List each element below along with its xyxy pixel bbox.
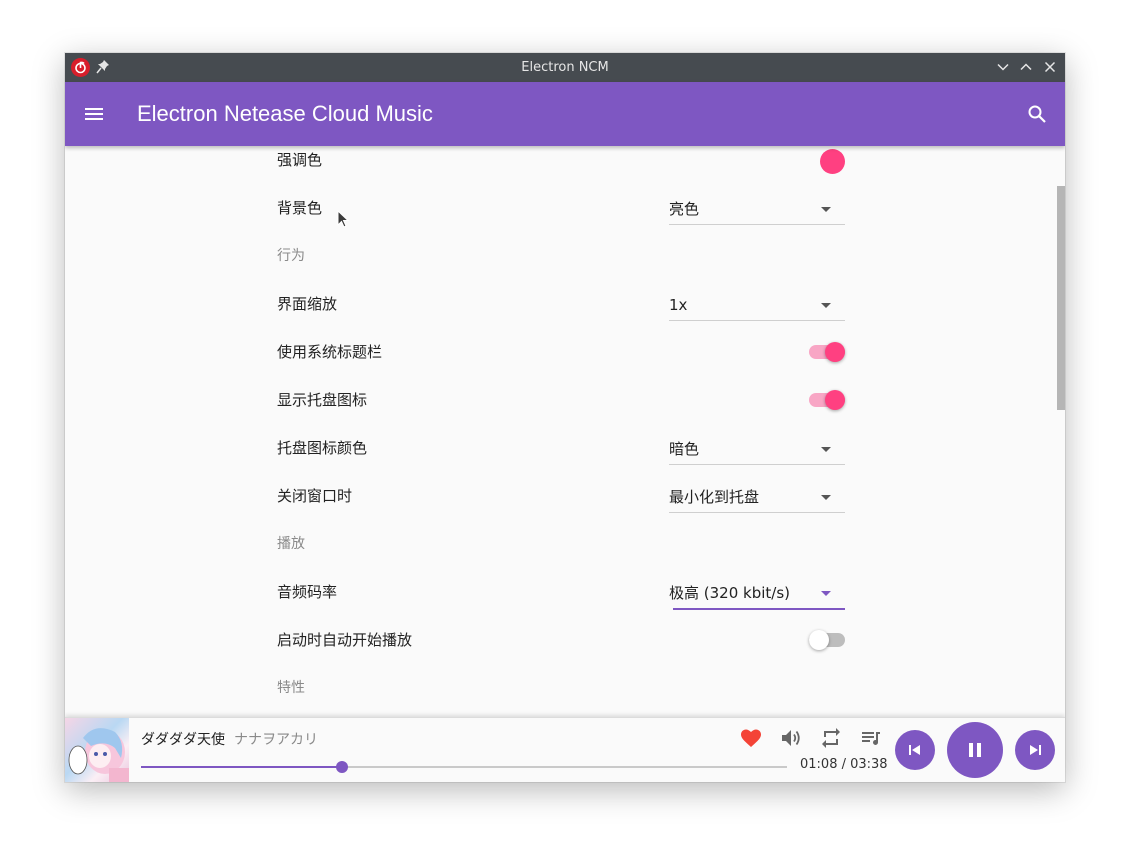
section-header-features: 特性: [277, 680, 305, 696]
next-icon: [1030, 745, 1041, 755]
setting-system-titlebar: 使用系统标题栏: [277, 338, 845, 378]
playback-time: 01:08 / 03:38: [800, 757, 888, 772]
app-title: Electron Netease Cloud Music: [137, 101, 433, 126]
setting-label: 托盘图标颜色: [277, 439, 368, 457]
setting-background: 背景色 亮色: [277, 194, 845, 234]
progress-fill: [141, 766, 342, 768]
select-value: 暗色: [669, 440, 700, 458]
search-icon[interactable]: [1025, 102, 1049, 126]
previous-button[interactable]: [895, 730, 935, 770]
next-button[interactable]: [1015, 730, 1055, 770]
menu-icon[interactable]: [82, 102, 106, 126]
tray-color-select[interactable]: 暗色: [669, 436, 845, 465]
autoplay-toggle[interactable]: [809, 630, 845, 650]
app-window: Electron NCM Electron Netease Cloud Musi…: [65, 53, 1065, 782]
setting-label: 使用系统标题栏: [277, 343, 383, 361]
pause-button[interactable]: [947, 722, 1003, 778]
dropdown-arrow-icon: [821, 591, 831, 596]
window-title: Electron NCM: [521, 60, 609, 75]
background-select[interactable]: 亮色: [669, 196, 845, 225]
toggle-thumb: [825, 342, 845, 362]
maximize-icon[interactable]: [1018, 59, 1034, 75]
song-artist[interactable]: ナナヲアカリ: [234, 729, 318, 749]
section-header-behavior: 行为: [277, 248, 305, 264]
setting-label: 界面缩放: [277, 295, 338, 313]
dropdown-arrow-icon: [821, 447, 831, 452]
dropdown-arrow-icon: [821, 495, 831, 500]
setting-tray-icon: 显示托盘图标: [277, 386, 845, 426]
toggle-thumb: [825, 390, 845, 410]
settings-page[interactable]: 强调色 背景色 亮色 行为 界面缩放 1x 使用系统标题栏 显示托盘图标 托盘图…: [65, 146, 1065, 717]
setting-accent-color[interactable]: 强调色: [277, 146, 845, 186]
app-bar: Electron Netease Cloud Music: [65, 82, 1065, 146]
minimize-icon[interactable]: [995, 59, 1011, 75]
toggle-thumb: [809, 630, 829, 650]
on-close-select[interactable]: 最小化到托盘: [669, 484, 845, 513]
select-value: 最小化到托盘: [669, 488, 760, 506]
section-header-playback: 播放: [277, 536, 305, 552]
setting-label: 启动时自动开始播放: [277, 631, 413, 649]
bitrate-select[interactable]: 极高 (320 kbit/s): [669, 580, 845, 610]
album-cover[interactable]: [65, 718, 129, 782]
system-titlebar-toggle[interactable]: [809, 342, 845, 362]
accent-color-swatch[interactable]: [820, 149, 845, 174]
setting-label: 显示托盘图标: [277, 391, 368, 409]
progress-knob[interactable]: [335, 761, 348, 773]
select-value: 1x: [669, 296, 688, 314]
setting-label: 背景色: [277, 199, 323, 217]
dropdown-arrow-icon: [821, 303, 831, 308]
repeat-icon[interactable]: [819, 726, 843, 750]
setting-label: 关闭窗口时: [277, 487, 353, 505]
previous-icon: [909, 745, 920, 755]
progress-slider[interactable]: [141, 761, 787, 773]
pause-icon: [969, 743, 981, 757]
mouse-cursor-icon: [337, 209, 351, 230]
select-value: 极高 (320 kbit/s): [669, 584, 790, 602]
player-bar: ダダダダ天使 ナナヲアカリ 01:08 / 03:38: [65, 717, 1065, 782]
volume-icon[interactable]: [779, 726, 803, 750]
zoom-select[interactable]: 1x: [669, 292, 845, 321]
select-value: 亮色: [669, 200, 700, 218]
setting-on-close: 关闭窗口时 最小化到托盘: [277, 482, 845, 522]
close-icon[interactable]: [1042, 59, 1058, 75]
playlist-icon[interactable]: [859, 726, 883, 750]
window-titlebar[interactable]: Electron NCM: [65, 53, 1065, 82]
setting-zoom: 界面缩放 1x: [277, 290, 845, 330]
setting-bitrate: 音频码率 极高 (320 kbit/s): [277, 578, 845, 618]
setting-autoplay: 启动时自动开始播放: [277, 626, 845, 666]
setting-tray-color: 托盘图标颜色 暗色: [277, 434, 845, 474]
dropdown-arrow-icon: [821, 207, 831, 212]
heart-icon[interactable]: [739, 726, 763, 750]
setting-label: 音频码率: [277, 583, 338, 601]
song-title[interactable]: ダダダダ天使: [141, 729, 225, 749]
setting-label: 强调色: [277, 151, 323, 169]
tray-icon-toggle[interactable]: [809, 390, 845, 410]
scrollbar-thumb[interactable]: [1057, 186, 1065, 410]
